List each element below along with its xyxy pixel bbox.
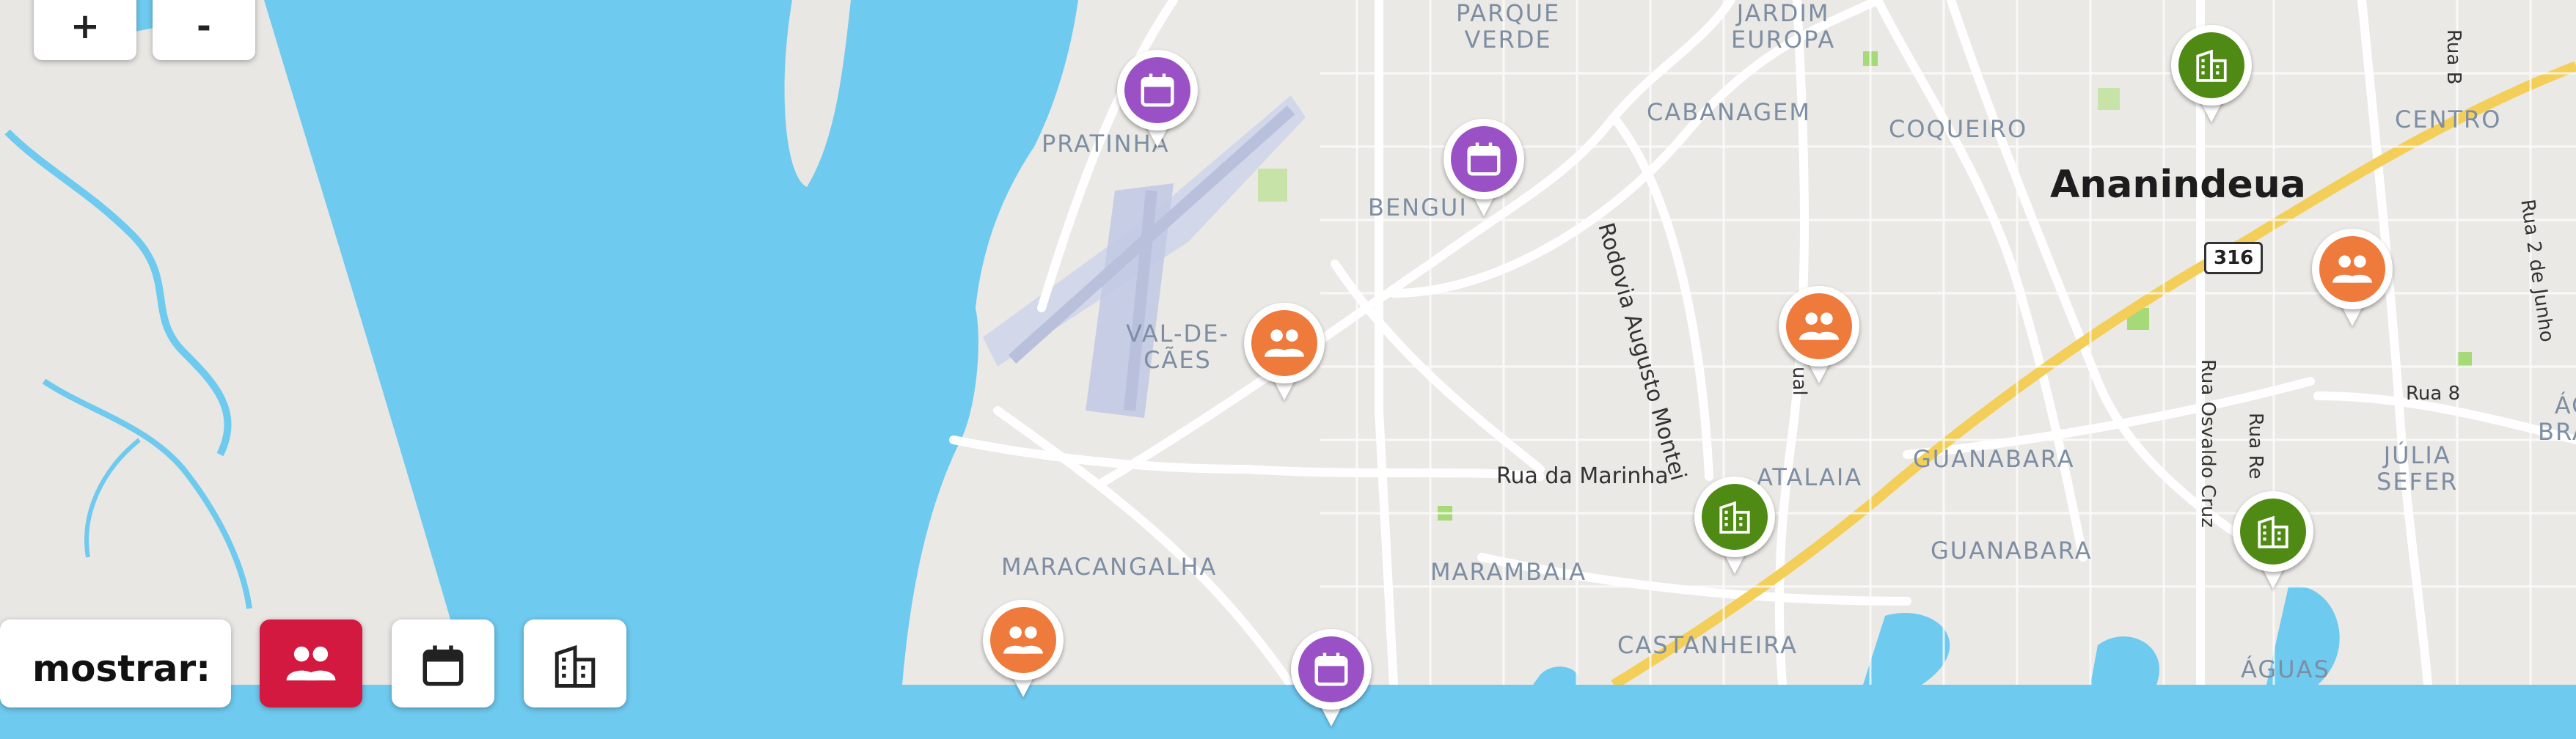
place-marker[interactable] xyxy=(2233,491,2313,601)
building-icon xyxy=(2240,499,2306,565)
zoom-out-button[interactable]: - xyxy=(153,0,255,60)
highway-316-shield: 316 xyxy=(2204,242,2264,274)
building-icon xyxy=(551,641,599,707)
filter-calendar-button[interactable] xyxy=(392,619,494,707)
event-marker[interactable] xyxy=(1443,119,1524,229)
calendar-icon xyxy=(419,641,467,707)
filter-label: mostrar: xyxy=(32,647,211,690)
zoom-in-button[interactable]: + xyxy=(34,0,136,60)
place-marker[interactable] xyxy=(2171,25,2252,135)
calendar-icon xyxy=(1451,126,1517,192)
people-icon xyxy=(1251,310,1317,376)
filter-building-button[interactable] xyxy=(524,619,626,707)
building-icon xyxy=(1702,484,1768,550)
event-marker[interactable] xyxy=(1291,629,1372,739)
building-icon xyxy=(2178,32,2244,98)
people-icon xyxy=(285,641,337,707)
group-marker[interactable] xyxy=(1779,286,1859,396)
group-marker[interactable] xyxy=(983,600,1064,710)
group-marker[interactable] xyxy=(2312,229,2393,339)
group-marker[interactable] xyxy=(1244,303,1325,413)
filter-panel: mostrar: xyxy=(0,619,231,707)
people-icon xyxy=(1786,293,1852,359)
calendar-icon xyxy=(1298,636,1364,702)
place-marker[interactable] xyxy=(1694,477,1775,587)
event-marker[interactable] xyxy=(1117,50,1198,160)
people-icon xyxy=(2319,236,2385,302)
people-icon xyxy=(990,607,1056,673)
filter-people-button[interactable] xyxy=(260,619,362,707)
calendar-icon xyxy=(1124,57,1190,123)
